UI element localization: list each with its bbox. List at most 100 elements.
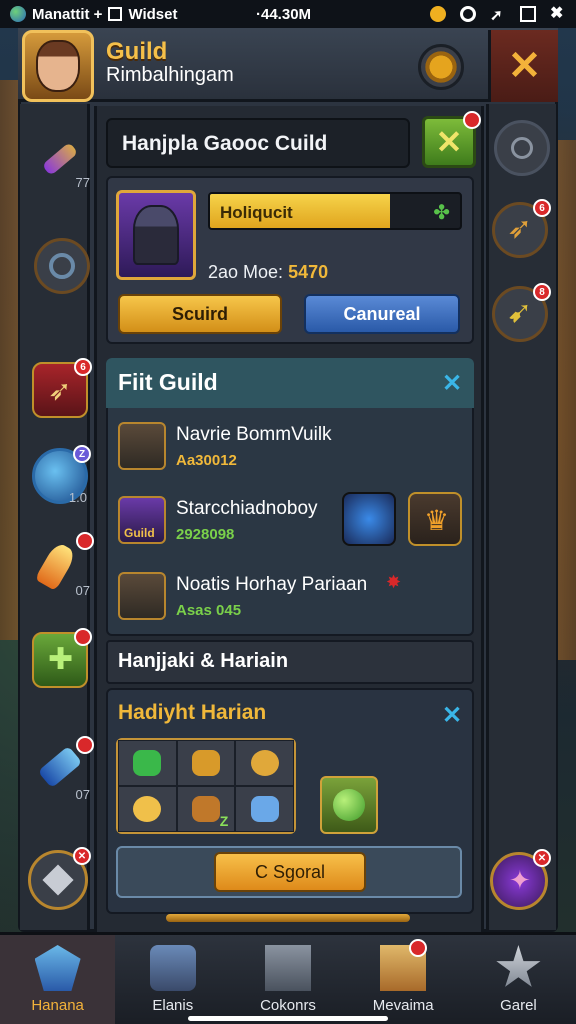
status-left-text: Manattit + xyxy=(32,5,103,23)
inventory-slot[interactable] xyxy=(118,786,177,832)
guild-row-name: Starcchiadnoboy xyxy=(176,498,318,519)
warrior-icon xyxy=(118,572,166,620)
nav-label: Cokonrs xyxy=(260,997,316,1014)
green-orb-icon xyxy=(333,789,365,821)
clover-icon: ✤ xyxy=(433,202,450,224)
featured-item-button[interactable] xyxy=(320,776,378,834)
target-icon xyxy=(49,253,75,279)
green-charm-button[interactable]: ✚ xyxy=(32,628,92,688)
status-bar: Manattit + Widset ·44.30M ➚ ✖ xyxy=(0,0,576,28)
shop-badge: ✕ xyxy=(73,847,91,865)
cancel-button[interactable]: Canureal xyxy=(304,294,460,334)
barrel-icon xyxy=(191,796,220,822)
crown-button[interactable]: ♛ xyxy=(408,492,462,546)
check-icon: ✕ xyxy=(435,124,463,160)
sword-icon xyxy=(37,745,83,789)
quest-button[interactable]: ➶ 6 xyxy=(492,199,551,258)
coin-icon xyxy=(250,750,279,776)
target-button[interactable] xyxy=(34,238,90,294)
confirm-button[interactable]: ✕ xyxy=(422,111,481,168)
arrow-icon: ➶ xyxy=(48,375,72,406)
home-indicator[interactable] xyxy=(188,1016,388,1021)
magic-badge: ✕ xyxy=(533,849,551,867)
square-icon xyxy=(520,6,536,22)
nav-label: Hanana xyxy=(31,997,84,1014)
nav-label: Elanis xyxy=(152,997,194,1014)
inventory-slot[interactable] xyxy=(235,786,294,832)
guild-hero-portrait[interactable] xyxy=(116,190,196,280)
nav-tab-mevaima[interactable]: Mevaima xyxy=(346,935,461,1024)
find-guild-close-button[interactable]: ✕ xyxy=(442,369,462,398)
inventory-slot[interactable] xyxy=(235,740,294,786)
notification-badge: 6 xyxy=(74,358,92,376)
gem-icon xyxy=(34,945,81,991)
nav-tab-garel[interactable]: Garel xyxy=(461,935,576,1024)
nav-tab-home[interactable]: Hanana xyxy=(0,935,116,1024)
arrows-button[interactable]: ➹ 8 xyxy=(492,283,551,342)
coins-icon xyxy=(133,796,162,822)
guild-row-name: Noatis Horhay Pariaan xyxy=(176,574,368,595)
green-potion-icon xyxy=(133,750,162,776)
orb-count: 1.0 xyxy=(68,490,87,505)
find-guild-title: Fiit Guild xyxy=(118,369,218,395)
arrow-card-button[interactable]: ➶ 6 xyxy=(32,358,92,418)
stat-label: 2ao Moe: xyxy=(208,262,289,282)
scuird-button[interactable]: Scuird xyxy=(118,294,282,334)
knight-icon xyxy=(133,205,179,265)
crystal-button[interactable]: 07 xyxy=(32,532,94,598)
crystal-icon xyxy=(34,540,78,592)
nav-tab-elanis[interactable]: Elanis xyxy=(115,935,230,1024)
widget-icon xyxy=(108,7,123,21)
crystal-count: 07 xyxy=(75,583,90,598)
blue-sword-button[interactable]: 07 xyxy=(32,736,94,802)
coin-status-icon xyxy=(430,6,446,22)
left-rail xyxy=(20,104,90,930)
confirm-badge xyxy=(463,111,481,129)
crown-icon: ♛ xyxy=(424,505,450,536)
guild-crest-icon: Guild xyxy=(118,496,166,544)
widget-label: Widset xyxy=(128,5,178,23)
blue-orb-button[interactable]: Z 1.0 xyxy=(32,445,91,505)
arrows-badge: 8 xyxy=(533,283,551,301)
slot-quantity: Z xyxy=(219,813,229,829)
crystal-badge xyxy=(76,532,94,550)
nav-label: Mevaima xyxy=(372,997,434,1014)
avatar-face xyxy=(36,40,80,92)
creature-icon xyxy=(250,796,279,822)
signal-icon: ➚ xyxy=(490,7,503,24)
guild-stat: 2ao Moe: 5470 xyxy=(208,262,328,283)
charm-badge xyxy=(74,628,92,646)
nav-tab-cokonrs[interactable]: Cokonrs xyxy=(230,935,345,1024)
progress-label: Holiqucit xyxy=(220,203,293,222)
blue-gem-button[interactable] xyxy=(342,492,396,546)
gear-icon xyxy=(511,137,533,159)
sgoral-button[interactable]: C Sgoral xyxy=(214,852,366,892)
bottom-nav: Hanana Elanis Cokonrs Mevaima Garel xyxy=(0,932,576,1024)
coin-button[interactable] xyxy=(418,44,464,90)
inventory-slot[interactable]: Z xyxy=(176,786,236,832)
inventory-slot[interactable] xyxy=(176,740,236,786)
scroll-handle[interactable] xyxy=(166,914,410,922)
close-button[interactable]: ✕ xyxy=(488,30,558,102)
chest-icon xyxy=(191,750,220,776)
highlight-close-button[interactable]: ✕ xyxy=(442,701,462,730)
sync-icon xyxy=(460,6,476,22)
scroll-icon xyxy=(149,945,196,991)
inventory-slot[interactable] xyxy=(118,740,177,786)
quest-badge: 6 xyxy=(533,199,551,217)
staff-icon: ➶ xyxy=(507,212,533,245)
guild-name-banner: Hanjpla Gaooc Cuild xyxy=(106,118,410,168)
orb-badge: Z xyxy=(73,445,91,463)
close-app-icon: ✖ xyxy=(550,5,564,22)
section-bar-title: Hanjjaki & Hariain xyxy=(118,650,289,672)
spark-icon: ✦ xyxy=(509,865,531,895)
guild-row-sub: 2928098 xyxy=(176,526,235,543)
player-avatar[interactable] xyxy=(22,30,94,102)
potion-vial-button[interactable]: 77 xyxy=(32,130,90,190)
cube-icon xyxy=(265,945,311,991)
guild-row-name: Navrie BommVuilk xyxy=(176,424,332,445)
inventory-grid: Z xyxy=(116,738,296,834)
settings-button[interactable] xyxy=(494,120,550,176)
gem-shop-button[interactable]: ✕ xyxy=(28,847,91,910)
magic-button[interactable]: ✦ ✕ xyxy=(490,849,551,910)
